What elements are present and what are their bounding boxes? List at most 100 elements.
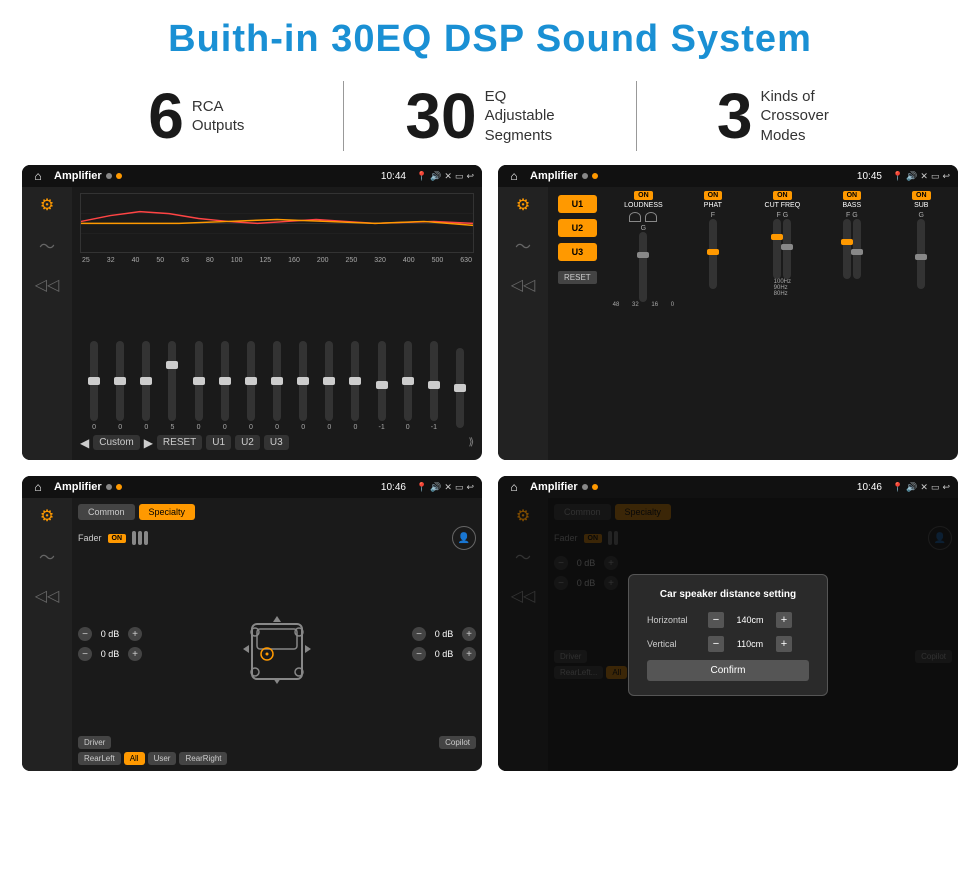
amp2-wave-icon[interactable]: 〜 [515,233,531,257]
zone-rearright[interactable]: RearRight [179,752,227,765]
zone-user[interactable]: User [148,752,177,765]
eq-prev-btn[interactable]: ◀ [80,436,89,450]
distance-back-icon[interactable]: ↩ [942,482,950,493]
amp2-eq-icon[interactable]: ⚙ [516,195,530,215]
vol-minus-3[interactable]: − [412,627,426,641]
crossover-wave-icon[interactable]: 〜 [39,544,55,568]
horizontal-row: Horizontal − 140cm + [647,612,809,628]
slider-12[interactable]: -1 [370,341,394,431]
slider-2[interactable]: 0 [108,341,132,431]
slider-11[interactable]: 0 [343,341,367,431]
eq-label-125: 125 [259,257,271,264]
eq-panel-icon[interactable]: ⚙ [40,195,54,215]
slider-7[interactable]: 0 [239,341,263,431]
sub-slider[interactable] [917,219,925,289]
zone-driver[interactable]: Driver [78,736,111,749]
channel-cutfreq: ON CUT FREQ F G 100Hz [750,191,815,456]
loudness-slider[interactable] [639,232,647,302]
vol-value-2: 0 dB [96,649,124,659]
vertical-value: 110cm [730,639,770,649]
horizontal-minus-btn[interactable]: − [708,612,724,628]
slider-5[interactable]: 0 [187,341,211,431]
vertical-plus-btn[interactable]: + [776,636,792,652]
slider-6[interactable]: 0 [213,341,237,431]
amp2-home-icon[interactable]: ⌂ [506,168,522,184]
fader-bar-2[interactable] [138,531,142,545]
cutfreq-slider-2[interactable] [783,219,791,279]
crossover-status-bar: ⌂ Amplifier 10:46 📍 🔊 ✕ ▭ ↩ [22,476,482,498]
amp2-time: 10:45 [857,171,882,182]
back-icon[interactable]: ↩ [466,171,474,182]
eq-custom-preset[interactable]: Custom [93,435,139,450]
eq-main: 25 32 40 50 63 80 100 125 160 200 250 32… [72,187,482,460]
wave-panel-icon[interactable]: 〜 [39,233,55,257]
vol-plus-1[interactable]: + [128,627,142,641]
u2-button[interactable]: U2 [558,219,597,237]
eq-play-btn[interactable]: ▶ [144,436,153,450]
fader-row: Fader ON 👤 [78,526,476,550]
zone-all[interactable]: All [124,752,145,765]
crossover-home-icon[interactable]: ⌂ [30,479,46,495]
cutfreq-sliders [773,219,791,279]
distance-home-icon[interactable]: ⌂ [506,479,522,495]
vol-minus-1[interactable]: − [78,627,92,641]
spacer [114,736,436,749]
page-title: Buith-in 30EQ DSP Sound System [0,0,980,71]
crossover-main: Common Specialty Fader ON 👤 [72,498,482,771]
cutfreq-slider-1[interactable] [773,219,781,279]
fader-bar-3[interactable] [144,531,148,545]
tab-common[interactable]: Common [78,504,135,520]
slider-15[interactable] [448,348,472,431]
vol-plus-4[interactable]: + [462,647,476,661]
stat-crossover-label: Kinds ofCrossover Modes [760,87,850,146]
tab-specialty[interactable]: Specialty [139,504,196,520]
phat-slider[interactable] [709,219,717,289]
zone-copilot[interactable]: Copilot [439,736,476,749]
bass-slider-1[interactable] [843,219,851,279]
crossover-screen: ⌂ Amplifier 10:46 📍 🔊 ✕ ▭ ↩ ⚙ 〜 ◁◁ Commo… [22,476,482,771]
vol-plus-2[interactable]: + [128,647,142,661]
vol-minus-2[interactable]: − [78,647,92,661]
confirm-button[interactable]: Confirm [647,660,809,681]
loudness-on-badge: ON [634,191,653,200]
fader-bar-1[interactable] [132,531,136,545]
crossover-back-icon[interactable]: ↩ [466,482,474,493]
amp2-spk-icon[interactable]: ◁◁ [511,275,536,295]
slider-13[interactable]: 0 [396,341,420,431]
amp2-back-icon[interactable]: ↩ [942,171,950,182]
slider-1[interactable]: 0 [82,341,106,431]
u3-button[interactable]: U3 [558,243,597,261]
eq-u1-btn[interactable]: U1 [206,435,231,450]
bass-slider-2[interactable] [853,219,861,279]
crossover-app-name: Amplifier [54,481,102,493]
zone-rearleft[interactable]: RearLeft [78,752,121,765]
speaker-settings-icon[interactable]: 👤 [452,526,476,550]
eq-label-40: 40 [132,257,140,264]
distance-location-icon: 📍 [892,482,903,493]
slider-3[interactable]: 0 [134,341,158,431]
crossover-spk-icon[interactable]: ◁◁ [35,586,60,606]
expand-icon[interactable]: ⟫ [468,437,474,448]
slider-14[interactable]: -1 [422,341,446,431]
vertical-minus-btn[interactable]: − [708,636,724,652]
vol-minus-4[interactable]: − [412,647,426,661]
u1-button[interactable]: U1 [558,195,597,213]
crossover-volume-icon: 🔊 [430,482,441,493]
channel-phat: ON PHAT F [680,191,745,456]
amp2-reset-btn[interactable]: RESET [558,271,597,284]
slider-4[interactable]: 5 [160,341,184,431]
eq-u2-btn[interactable]: U2 [235,435,260,450]
speaker-panel-icon[interactable]: ◁◁ [35,275,60,295]
sub-on-badge: ON [912,191,931,200]
home-icon[interactable]: ⌂ [30,168,46,184]
slider-10[interactable]: 0 [317,341,341,431]
stat-divider-1 [343,81,344,151]
crossover-eq-icon[interactable]: ⚙ [40,506,54,526]
horizontal-plus-btn[interactable]: + [776,612,792,628]
eq-reset-btn[interactable]: RESET [157,435,202,450]
vol-plus-3[interactable]: + [462,627,476,641]
slider-9[interactable]: 0 [291,341,315,431]
slider-8[interactable]: 0 [265,341,289,431]
vol-diagram-area: − 0 dB + − 0 dB + [78,556,476,732]
eq-u3-btn[interactable]: U3 [264,435,289,450]
